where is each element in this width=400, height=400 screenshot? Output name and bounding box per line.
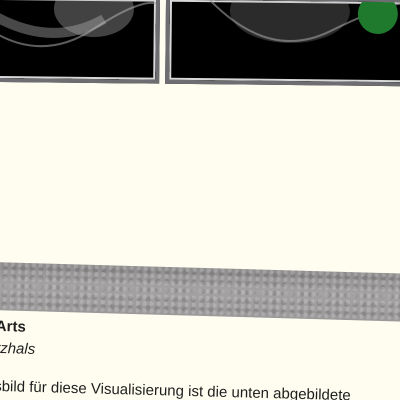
left-thumbnail[interactable] [0,0,161,84]
thumbnail-row [0,0,400,97]
left-thumbnail-graphic [0,0,161,48]
entry-author: rzhals [0,339,36,358]
entry-description: sbild für diese Visualisierung ist die u… [0,377,351,400]
right-thumbnail[interactable] [165,0,400,87]
entry-title[interactable]: Arts [0,318,26,336]
page: Arts rzhals sbild für diese Visualisieru… [0,0,400,400]
green-dot [357,0,398,34]
right-thumbnail-graphic [209,0,400,44]
texture-banner [0,262,400,322]
